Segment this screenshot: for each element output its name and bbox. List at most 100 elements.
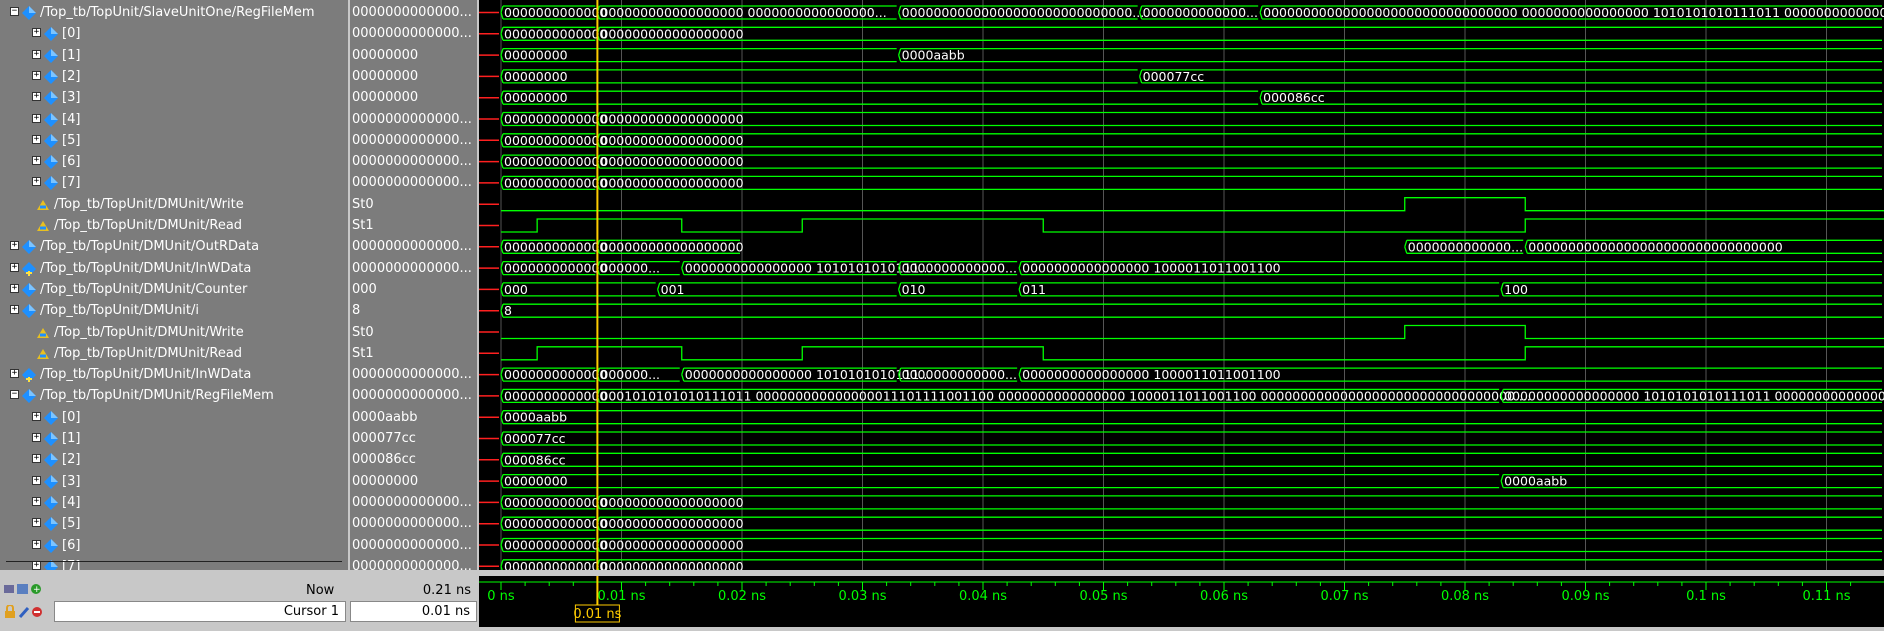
signal-value: 00000000 bbox=[352, 47, 419, 63]
signal-value-row[interactable]: 00000000 bbox=[350, 471, 477, 492]
timeline-ruler[interactable]: 0 ns 0.01 ns 0.02 ns 0.03 ns 0.04 ns 0.05 ns 0… bbox=[479, 576, 1884, 627]
expand-icon[interactable]: + bbox=[10, 305, 19, 315]
signal-row[interactable]: + /Top_tb/TopUnit/DMUnit/InWData bbox=[0, 364, 348, 385]
lock-icon[interactable] bbox=[4, 604, 50, 618]
expand-icon[interactable]: + bbox=[32, 177, 41, 187]
signal-row[interactable]: − /Top_tb/TopUnit/SlaveUnitOne/RegFileMem bbox=[0, 2, 348, 23]
signal-value-row[interactable]: 0000000000000... bbox=[350, 151, 477, 172]
signal-row[interactable]: − /Top_tb/TopUnit/DMUnit/RegFileMem bbox=[0, 385, 348, 406]
signal-row[interactable]: + [0] bbox=[0, 407, 348, 428]
signal-row[interactable]: /Top_tb/TopUnit/DMUnit/Write bbox=[0, 194, 348, 215]
expand-icon[interactable]: + bbox=[32, 156, 41, 166]
bus-value-label: 000 bbox=[504, 282, 528, 297]
expand-icon[interactable]: + bbox=[32, 70, 41, 80]
bus-value-label: 8 bbox=[504, 303, 512, 318]
signal-value-row[interactable]: 0000000000000... bbox=[350, 513, 477, 534]
signal-value-row[interactable]: 0000000000000... bbox=[350, 130, 477, 151]
signal-row[interactable]: + [7] bbox=[0, 172, 348, 193]
signal-value-row[interactable]: 0000000000000... bbox=[350, 236, 477, 257]
expand-icon[interactable]: + bbox=[10, 262, 19, 272]
signal-row[interactable]: + [5] bbox=[0, 130, 348, 151]
signal-row[interactable]: + /Top_tb/TopUnit/DMUnit/i bbox=[0, 300, 348, 321]
signal-value-row[interactable]: 000086cc bbox=[350, 449, 477, 470]
signal-row[interactable]: + [1] bbox=[0, 45, 348, 66]
signal-row[interactable]: + [2] bbox=[0, 449, 348, 470]
signal-row[interactable]: + [6] bbox=[0, 535, 348, 556]
cursor-name-field[interactable]: Cursor 1 bbox=[54, 601, 346, 622]
expand-icon[interactable]: + bbox=[32, 134, 41, 144]
signal-row[interactable]: + /Top_tb/TopUnit/DMUnit/Counter bbox=[0, 279, 348, 300]
signal-row[interactable]: + /Top_tb/TopUnit/DMUnit/InWData bbox=[0, 258, 348, 279]
expand-icon[interactable]: + bbox=[32, 475, 41, 485]
signal-row[interactable]: + [5] bbox=[0, 513, 348, 534]
signal-value-row[interactable]: 0000000000000... bbox=[350, 172, 477, 193]
signal-row[interactable]: + [2] bbox=[0, 66, 348, 87]
signal-icon bbox=[44, 452, 58, 468]
signal-value-row[interactable]: 0000000000000... bbox=[350, 492, 477, 513]
toolbar-icons[interactable]: + bbox=[4, 581, 50, 595]
bus-value-label: 000000... bbox=[600, 261, 660, 276]
signal-value-row[interactable]: 00000000 bbox=[350, 87, 477, 108]
expand-icon[interactable]: + bbox=[32, 560, 41, 570]
bus-value-label: 000000000000000000 bbox=[600, 516, 743, 531]
collapse-icon[interactable]: − bbox=[10, 390, 19, 400]
signal-name: [2] bbox=[62, 68, 81, 84]
expand-icon[interactable]: + bbox=[32, 49, 41, 59]
expand-icon[interactable]: + bbox=[32, 92, 41, 102]
signal-value-row[interactable]: St0 bbox=[350, 194, 477, 215]
signal-value: St1 bbox=[352, 345, 374, 361]
expand-icon[interactable]: + bbox=[32, 539, 41, 549]
signal-value-row[interactable]: 00000000 bbox=[350, 45, 477, 66]
signal-icon bbox=[44, 112, 58, 127]
signal-value-row[interactable]: 0000000000000... bbox=[350, 556, 477, 570]
expand-icon[interactable]: + bbox=[32, 496, 41, 506]
expand-icon[interactable]: + bbox=[32, 28, 41, 38]
signal-value-row[interactable]: 0000000000000... bbox=[350, 385, 477, 406]
signal-value-row[interactable]: St0 bbox=[350, 322, 477, 343]
expand-icon[interactable]: + bbox=[32, 113, 41, 123]
signal-icon bbox=[22, 282, 36, 297]
signal-row[interactable]: + [7] bbox=[0, 556, 348, 570]
collapse-icon[interactable]: − bbox=[10, 7, 19, 16]
signal-row[interactable]: + [4] bbox=[0, 109, 348, 130]
signal-value-row[interactable]: 0000000000000... bbox=[350, 2, 477, 23]
signal-row[interactable]: + [4] bbox=[0, 492, 348, 513]
expand-icon[interactable]: + bbox=[32, 411, 41, 421]
waveform-pane[interactable]: 0000000000000 000000000000000000 00000000… bbox=[479, 0, 1884, 570]
signal-row[interactable]: + [0] bbox=[0, 23, 348, 44]
timeline-pane[interactable]: 0 ns 0.01 ns 0.02 ns 0.03 ns 0.04 ns 0.05 ns 0… bbox=[479, 576, 1884, 627]
expand-icon[interactable]: + bbox=[32, 518, 41, 528]
signal-value-row[interactable]: 0000000000000... bbox=[350, 258, 477, 279]
signal-value-row[interactable]: 00000000 bbox=[350, 66, 477, 87]
signal-row[interactable]: + [1] bbox=[0, 428, 348, 449]
signal-value-row[interactable]: St1 bbox=[350, 215, 477, 236]
signal-value-row[interactable]: 0000000000000... bbox=[350, 23, 477, 44]
cursor-value-field[interactable]: 0.01 ns bbox=[350, 601, 477, 622]
signal-value-row[interactable]: 0000000000000... bbox=[350, 364, 477, 385]
expand-icon[interactable]: + bbox=[32, 433, 41, 442]
signal-value-row[interactable]: 8 bbox=[350, 300, 477, 321]
signal-value: 00000000 bbox=[352, 473, 419, 489]
waveform-canvas[interactable]: 0000000000000000000000000000000 00000000… bbox=[479, 0, 1884, 570]
signal-row[interactable]: /Top_tb/TopUnit/DMUnit/Read bbox=[0, 343, 348, 364]
signal-value: 0000000000000... bbox=[352, 239, 472, 255]
expand-icon[interactable]: + bbox=[10, 283, 19, 293]
bus-value-label: 0000000000000 bbox=[504, 112, 607, 127]
signal-row[interactable]: /Top_tb/TopUnit/DMUnit/Read bbox=[0, 215, 348, 236]
signal-value-row[interactable]: 000077cc bbox=[350, 428, 477, 449]
signal-row[interactable]: + [3] bbox=[0, 471, 348, 492]
expand-icon[interactable]: + bbox=[32, 454, 41, 464]
signal-value-row[interactable]: St1 bbox=[350, 343, 477, 364]
signal-row[interactable]: + [3] bbox=[0, 87, 348, 108]
bus-segment bbox=[500, 90, 1259, 105]
signal-row[interactable]: /Top_tb/TopUnit/DMUnit/Write bbox=[0, 322, 348, 343]
expand-icon[interactable]: + bbox=[10, 369, 19, 379]
signal-value-row[interactable]: 0000aabb bbox=[350, 407, 477, 428]
signal-value-row[interactable]: 000 bbox=[350, 279, 477, 300]
expand-icon[interactable]: + bbox=[10, 241, 19, 251]
signal-name: [2] bbox=[62, 452, 81, 468]
signal-row[interactable]: + [6] bbox=[0, 151, 348, 172]
signal-value-row[interactable]: 0000000000000... bbox=[350, 109, 477, 130]
signal-row[interactable]: + /Top_tb/TopUnit/DMUnit/OutRData bbox=[0, 236, 348, 257]
signal-value-row[interactable]: 0000000000000... bbox=[350, 535, 477, 556]
